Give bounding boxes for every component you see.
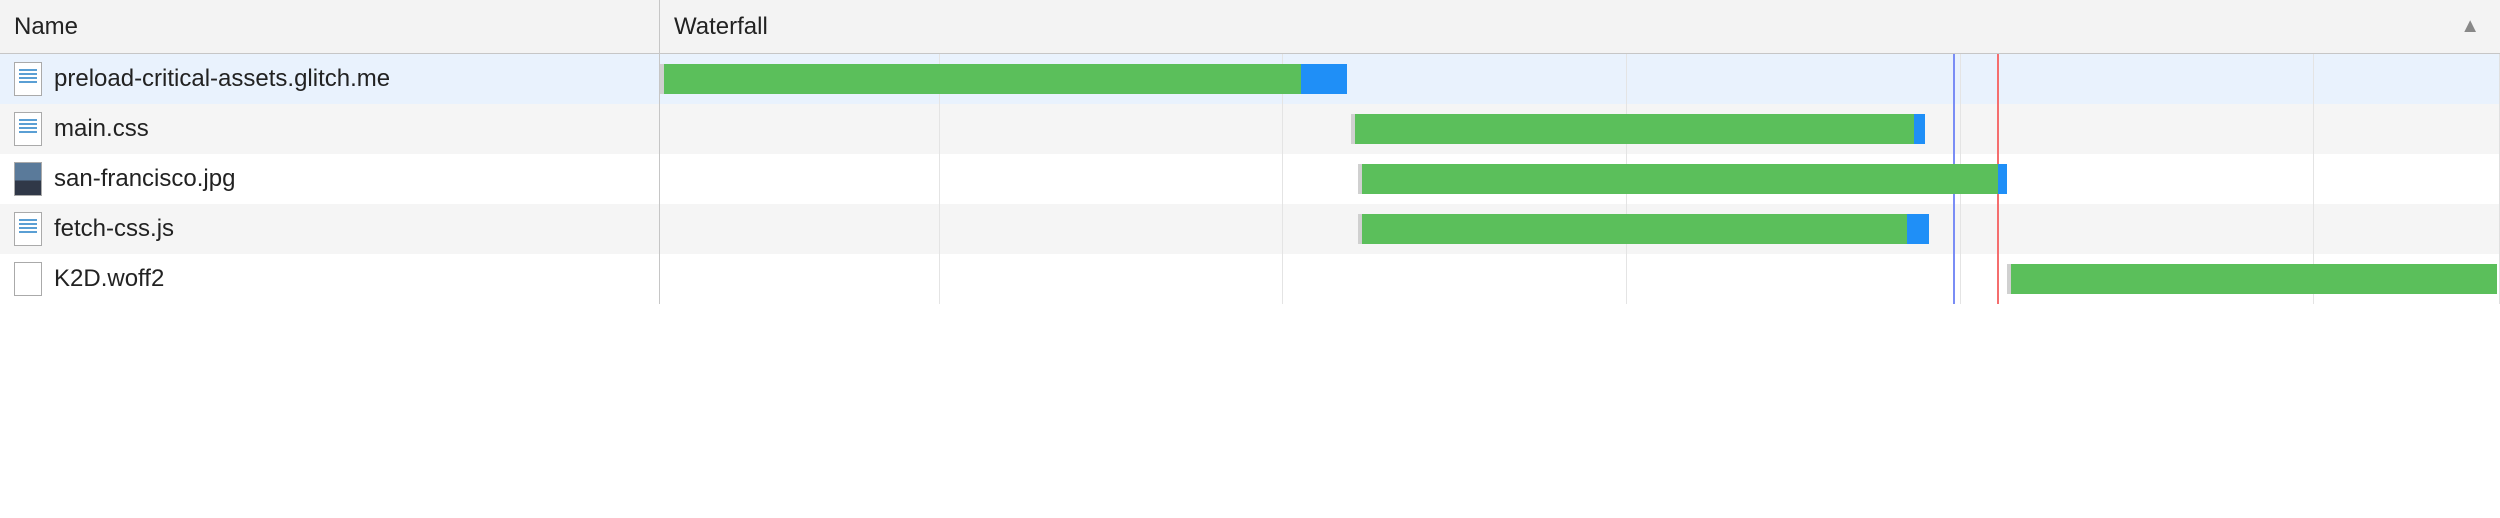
column-header-waterfall[interactable]: Waterfall ▲ xyxy=(660,0,2500,53)
resource-name: san-francisco.jpg xyxy=(54,165,235,193)
domcontentloaded-marker xyxy=(1953,104,1955,154)
waterfall-cell xyxy=(660,154,2500,204)
gridline xyxy=(1960,204,1961,254)
timing-bar[interactable] xyxy=(2007,264,2497,294)
gridline xyxy=(939,154,940,204)
image-file-icon xyxy=(14,162,42,196)
waterfall-chart xyxy=(660,104,2499,154)
gridline xyxy=(2313,154,2314,204)
gridline xyxy=(939,204,940,254)
gridline xyxy=(1282,204,1283,254)
network-waterfall-table: Name Waterfall ▲ preload-critical-assets… xyxy=(0,0,2500,304)
name-cell: san-francisco.jpg xyxy=(0,154,660,204)
download-segment xyxy=(1914,114,1925,144)
domcontentloaded-marker xyxy=(1953,54,1955,104)
download-segment xyxy=(1907,214,1929,244)
name-cell: fetch-css.js xyxy=(0,204,660,254)
timing-bar[interactable] xyxy=(1351,114,1925,144)
gridline xyxy=(939,104,940,154)
table-row[interactable]: fetch-css.js xyxy=(0,204,2500,254)
table-row[interactable]: main.css xyxy=(0,104,2500,154)
table-header-row: Name Waterfall ▲ xyxy=(0,0,2500,54)
gridline xyxy=(939,254,940,304)
gridline xyxy=(1960,254,1961,304)
load-marker xyxy=(1997,104,1999,154)
name-cell: preload-critical-assets.glitch.me xyxy=(0,54,660,104)
gridline xyxy=(1626,254,1627,304)
document-file-icon xyxy=(14,212,42,246)
waterfall-cell xyxy=(660,204,2500,254)
waterfall-chart xyxy=(660,154,2499,204)
gridline xyxy=(1282,254,1283,304)
resource-name: main.css xyxy=(54,115,149,143)
column-header-name[interactable]: Name xyxy=(0,0,660,53)
waiting-segment xyxy=(1355,114,1914,144)
load-marker xyxy=(1997,254,1999,304)
resource-name: fetch-css.js xyxy=(54,215,174,243)
gridline xyxy=(1626,54,1627,104)
gridline xyxy=(2313,204,2314,254)
sort-ascending-icon: ▲ xyxy=(2460,15,2480,38)
table-row[interactable]: K2D.woff2 xyxy=(0,254,2500,304)
load-marker xyxy=(1997,204,1999,254)
waterfall-chart xyxy=(660,54,2499,104)
load-marker xyxy=(1997,54,1999,104)
gridline xyxy=(1960,104,1961,154)
table-row[interactable]: san-francisco.jpg xyxy=(0,154,2500,204)
timing-bar[interactable] xyxy=(1358,164,2006,194)
table-row[interactable]: preload-critical-assets.glitch.me xyxy=(0,54,2500,104)
download-segment xyxy=(1998,164,2007,194)
waterfall-cell xyxy=(660,54,2500,104)
domcontentloaded-marker xyxy=(1953,204,1955,254)
column-header-waterfall-label: Waterfall xyxy=(674,13,768,41)
download-segment xyxy=(1301,64,1347,94)
waterfall-chart xyxy=(660,254,2499,304)
timing-bar[interactable] xyxy=(660,64,1347,94)
gridline xyxy=(2313,54,2314,104)
domcontentloaded-marker xyxy=(1953,254,1955,304)
resource-name: preload-critical-assets.glitch.me xyxy=(54,65,390,93)
name-cell: K2D.woff2 xyxy=(0,254,660,304)
waiting-segment xyxy=(2011,264,2497,294)
waterfall-cell xyxy=(660,104,2500,154)
gridline xyxy=(1282,154,1283,204)
document-file-icon xyxy=(14,112,42,146)
font-file-icon xyxy=(14,262,42,296)
gridline xyxy=(1282,104,1283,154)
waiting-segment xyxy=(1362,214,1906,244)
column-header-name-label: Name xyxy=(14,13,78,41)
resource-name: K2D.woff2 xyxy=(54,265,164,293)
gridline xyxy=(1960,54,1961,104)
name-cell: main.css xyxy=(0,104,660,154)
table-body: preload-critical-assets.glitch.me main.cs… xyxy=(0,54,2500,304)
timing-bar[interactable] xyxy=(1358,214,1928,244)
waiting-segment xyxy=(1362,164,1997,194)
waterfall-cell xyxy=(660,254,2500,304)
document-file-icon xyxy=(14,62,42,96)
gridline xyxy=(2313,104,2314,154)
waterfall-chart xyxy=(660,204,2499,254)
waiting-segment xyxy=(664,64,1301,94)
